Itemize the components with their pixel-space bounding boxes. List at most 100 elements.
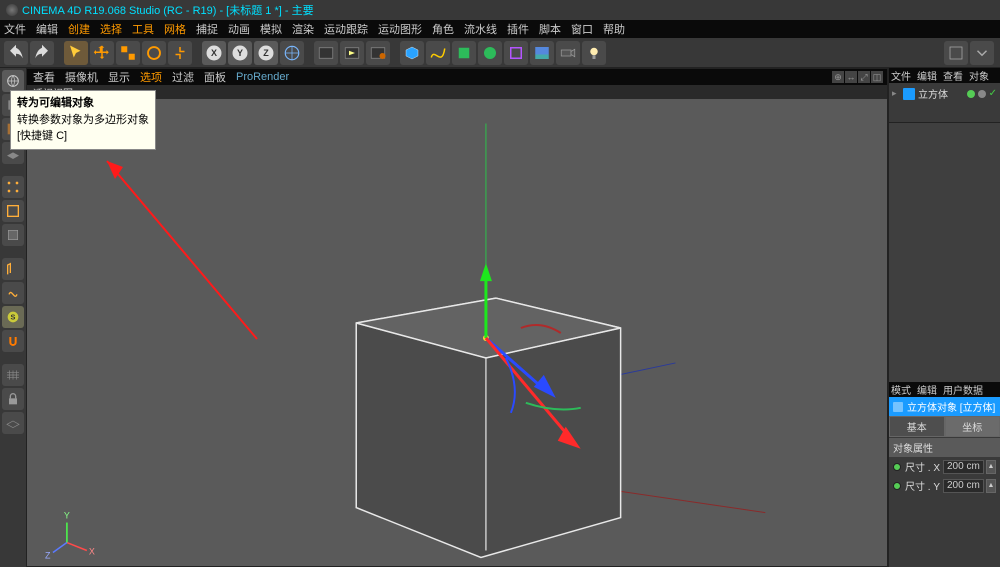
render-pv-button[interactable] [340,41,364,65]
object-manager[interactable]: ▸ 立方体 ✓ [889,83,1000,123]
vp-nav-4-icon[interactable]: ◫ [871,71,883,83]
last-tool-button[interactable] [168,41,192,65]
expand-icon[interactable]: ▸ [892,88,900,99]
size-y-input[interactable]: 200 cm [943,479,984,493]
point-mode-button[interactable] [2,176,24,198]
object-manager-tabs[interactable]: 文件 编辑 查看 对象 [889,68,1000,83]
render-settings-button[interactable] [366,41,390,65]
attr-tab-edit[interactable]: 编辑 [917,382,937,397]
spline-button[interactable] [426,41,450,65]
rotate-tool-button[interactable] [142,41,166,65]
menu-edit[interactable]: 编辑 [36,21,58,37]
menu-animate[interactable]: 动画 [228,21,250,37]
obj-tab-file[interactable]: 文件 [891,68,911,83]
cube-icon [893,402,903,412]
z-axis-button[interactable]: Z [254,41,278,65]
menu-select[interactable]: 选择 [100,21,122,37]
check-icon[interactable]: ✓ [989,88,997,99]
vp-menu-view[interactable]: 查看 [33,69,55,85]
coord-system-button[interactable] [280,41,304,65]
viewport-title: 透视视图 [27,85,887,99]
main-menu-bar[interactable]: 文件 编辑 创建 选择 工具 网格 捕捉 动画 模拟 渲染 运动跟踪 运动图形 … [0,20,1000,38]
menu-plugins[interactable]: 插件 [507,21,529,37]
attr-header: 立方体对象 [立方体] [889,397,1000,416]
menu-simulate[interactable]: 模拟 [260,21,282,37]
workplane2-button[interactable] [2,364,24,386]
vp-nav-1-icon[interactable]: ⊕ [832,71,844,83]
menu-tools[interactable]: 工具 [132,21,154,37]
attr-label-y: 尺寸 . Y [905,478,941,493]
cube-icon [903,88,915,100]
vp-menu-filter[interactable]: 过滤 [172,69,194,85]
vp-menu-cameras[interactable]: 摄像机 [65,69,98,85]
generator2-button[interactable] [478,41,502,65]
vp-menu-prorender[interactable]: ProRender [236,71,289,83]
visibility-dot-icon[interactable] [967,90,975,98]
menu-pipeline[interactable]: 流水线 [464,21,497,37]
lock-button[interactable] [2,388,24,410]
vp-menu-panel[interactable]: 面板 [204,69,226,85]
object-label[interactable]: 立方体 [918,86,948,101]
snap-button[interactable]: S [2,306,24,328]
menu-window[interactable]: 窗口 [571,21,593,37]
tooltip-make-editable: 转为可编辑对象 转换参数对象为多边形对象 [快捷键 C] [10,90,156,150]
stepper-up-icon[interactable]: ▲ [986,479,996,493]
cube-primitive-button[interactable] [400,41,424,65]
select-tool-button[interactable] [64,41,88,65]
layout-menu-button[interactable] [970,41,994,65]
render-dot-icon[interactable] [978,90,986,98]
attr-subtab-coord[interactable]: 坐标 [945,416,1000,437]
menu-snap[interactable]: 捕捉 [196,21,218,37]
menu-help[interactable]: 帮助 [603,21,625,37]
menu-mesh[interactable]: 网格 [164,21,186,37]
layout-button[interactable] [944,41,968,65]
menu-create[interactable]: 创建 [68,21,90,37]
vp-menu-display[interactable]: 显示 [108,69,130,85]
obj-tab-view[interactable]: 查看 [943,68,963,83]
workplane3-button[interactable] [2,412,24,434]
y-axis-button[interactable]: Y [228,41,252,65]
x-axis-button[interactable]: X [202,41,226,65]
menu-file[interactable]: 文件 [4,21,26,37]
camera-button[interactable] [556,41,580,65]
menu-mograph[interactable]: 运动图形 [378,21,422,37]
scale-tool-button[interactable] [116,41,140,65]
environment-button[interactable] [530,41,554,65]
object-item-cube[interactable]: ▸ 立方体 ✓ [892,86,997,101]
obj-tab-obj[interactable]: 对象 [969,68,989,83]
svg-text:Z: Z [263,48,269,58]
size-x-input[interactable]: 200 cm [943,460,984,474]
snap-settings-button[interactable] [2,330,24,352]
attr-tab-mode[interactable]: 模式 [891,382,911,397]
deformer-button[interactable] [504,41,528,65]
viewport-soft-button[interactable] [2,282,24,304]
obj-tab-edit[interactable]: 编辑 [917,68,937,83]
axis-toggle-button[interactable] [2,258,24,280]
polygon-mode-button[interactable] [2,224,24,246]
attr-header-label: 立方体对象 [立方体] [907,399,995,414]
edge-mode-button[interactable] [2,200,24,222]
vp-nav-2-icon[interactable]: ↔ [845,71,857,83]
viewport-menu-bar[interactable]: 查看 摄像机 显示 选项 过滤 面板 ProRender ⊕ ↔ ⤢ ◫ [27,69,887,85]
render-view-button[interactable] [314,41,338,65]
move-tool-button[interactable] [90,41,114,65]
redo-button[interactable] [30,41,54,65]
stepper-up-icon[interactable]: ▲ [986,460,996,474]
menu-character[interactable]: 角色 [432,21,454,37]
viewport-3d[interactable]: X Y Z [27,99,887,566]
generator-button[interactable] [452,41,476,65]
light-button[interactable] [582,41,606,65]
anim-dot-icon[interactable] [893,463,901,471]
anim-dot-icon[interactable] [893,482,901,490]
attr-tab-user[interactable]: 用户数据 [943,382,983,397]
vp-menu-options[interactable]: 选项 [140,69,162,85]
attr-tabs[interactable]: 模式 编辑 用户数据 [889,382,1000,397]
vp-nav-3-icon[interactable]: ⤢ [858,71,870,83]
menu-render[interactable]: 渲染 [292,21,314,37]
attr-subtab-basic[interactable]: 基本 [889,416,945,437]
attr-subtabs[interactable]: 基本 坐标 [889,416,1000,437]
make-editable-button[interactable] [2,70,24,92]
menu-tracker[interactable]: 运动跟踪 [324,21,368,37]
undo-button[interactable] [4,41,28,65]
menu-script[interactable]: 脚本 [539,21,561,37]
